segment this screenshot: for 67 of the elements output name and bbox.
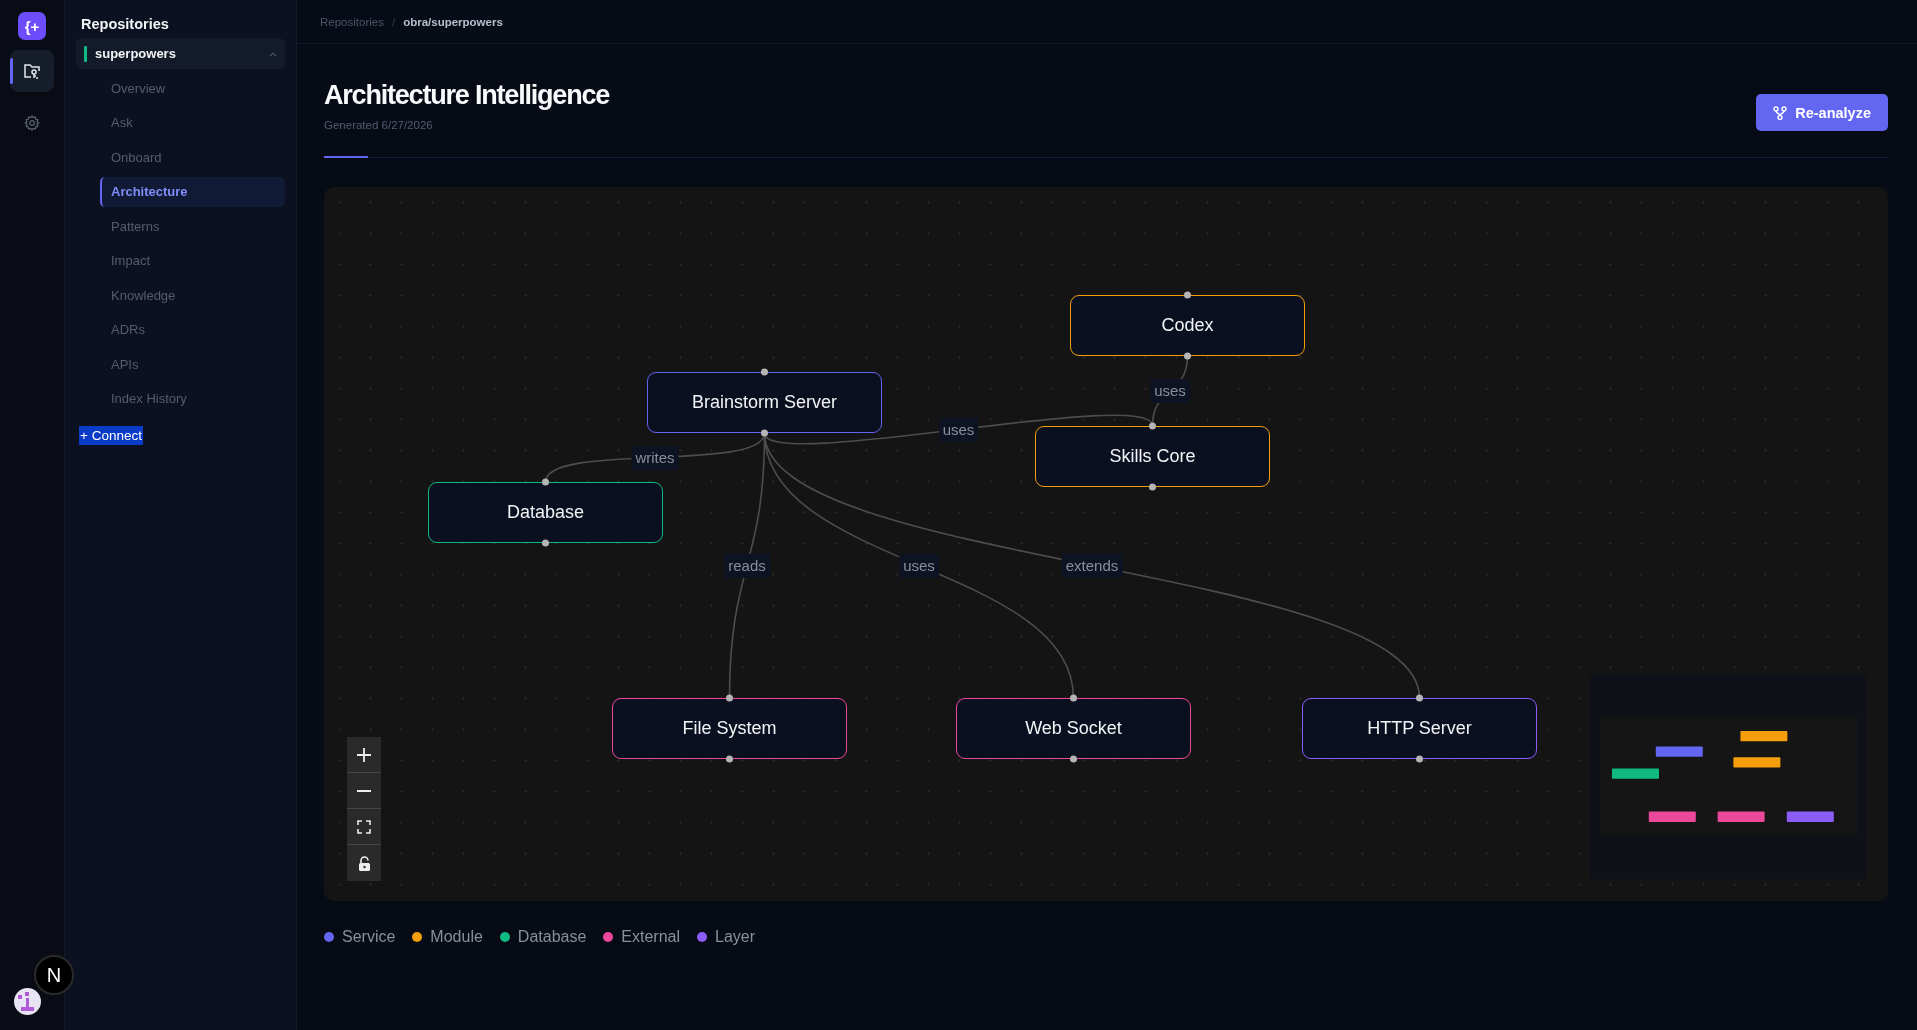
- app-logo[interactable]: {+: [18, 12, 46, 40]
- breadcrumb-separator: /: [391, 15, 396, 28]
- nav-item[interactable]: Index History: [100, 383, 285, 414]
- connection-handle[interactable]: [726, 694, 733, 702]
- nav-item[interactable]: Knowledge: [100, 280, 285, 310]
- graph-node[interactable]: Database: [428, 482, 663, 543]
- page-title: Architecture Intelligence: [324, 80, 610, 111]
- legend-label: Layer: [715, 928, 756, 946]
- connection-handle[interactable]: [761, 368, 768, 376]
- nav-item[interactable]: ADRs: [100, 314, 285, 345]
- graph-node[interactable]: Brainstorm Server: [647, 372, 882, 433]
- connect-link[interactable]: + Connect: [79, 426, 143, 445]
- settings-icon: [24, 115, 40, 131]
- connection-handle[interactable]: [1070, 694, 1077, 702]
- legend-label: External: [621, 928, 681, 946]
- legend-label: Module: [430, 928, 483, 946]
- minimap-drawing[interactable]: [1590, 674, 1866, 879]
- branch-icon: [1773, 105, 1788, 120]
- sidebar-title: Repositories: [81, 16, 170, 32]
- connection-handle[interactable]: [1184, 352, 1191, 360]
- breadcrumb-link[interactable]: Repositories: [320, 15, 384, 28]
- legend-label: Service: [342, 928, 396, 946]
- nav-item[interactable]: Impact: [100, 245, 285, 276]
- edge-label: uses: [1150, 379, 1190, 403]
- connection-handle[interactable]: [761, 429, 768, 437]
- zoom-out-button[interactable]: [347, 773, 381, 809]
- connection-handle[interactable]: [1149, 422, 1156, 430]
- connection-handle[interactable]: [1416, 694, 1423, 702]
- edge-label: uses: [899, 553, 939, 578]
- connection-handle[interactable]: [726, 755, 733, 763]
- edge-label: extends: [1061, 553, 1123, 578]
- connection-handle[interactable]: [1149, 483, 1156, 491]
- nav-item[interactable]: Overview: [100, 73, 285, 103]
- graph-node[interactable]: Web Socket: [956, 698, 1191, 759]
- minus-icon: [356, 789, 372, 792]
- nav-item[interactable]: Onboard: [100, 142, 285, 172]
- graph-node[interactable]: File System: [612, 698, 847, 759]
- edge-label: reads: [724, 553, 770, 578]
- graph-node[interactable]: Codex: [1070, 295, 1305, 356]
- legend-label: Database: [517, 928, 587, 946]
- lock-button[interactable]: [347, 845, 381, 881]
- nav-item[interactable]: Architecture: [100, 176, 285, 207]
- connection-handle[interactable]: [542, 478, 549, 486]
- graph-node[interactable]: HTTP Server: [1302, 698, 1537, 759]
- nav-item[interactable]: APIs: [100, 349, 285, 379]
- generated-date: Generated 6/27/2026: [324, 119, 434, 131]
- connection-handle[interactable]: [1184, 291, 1191, 299]
- zoom-in-button[interactable]: [347, 737, 381, 773]
- avatar-icon[interactable]: [14, 988, 41, 1015]
- folder-icon: [23, 63, 41, 79]
- user-badge[interactable]: N: [34, 955, 74, 995]
- fit-view-icon: [357, 819, 371, 834]
- graph-node[interactable]: Skills Core: [1035, 426, 1270, 487]
- plus-icon: [356, 746, 372, 763]
- nav-item[interactable]: Ask: [100, 107, 285, 138]
- breadcrumb-current: obra/superpowers: [403, 15, 503, 28]
- unlock-icon: [357, 855, 371, 871]
- connection-handle[interactable]: [542, 539, 549, 547]
- edge-label: writes: [631, 445, 679, 470]
- edge-label: uses: [938, 417, 979, 442]
- reanalyze-button[interactable]: Re-analyze: [1756, 94, 1888, 131]
- connection-handle[interactable]: [1416, 755, 1423, 763]
- nav-item[interactable]: Patterns: [100, 211, 285, 241]
- connection-handle[interactable]: [1070, 755, 1077, 763]
- fit-view-button[interactable]: [347, 809, 381, 845]
- repositories-button[interactable]: [10, 50, 54, 92]
- repository-item[interactable]: superpowers: [76, 38, 285, 69]
